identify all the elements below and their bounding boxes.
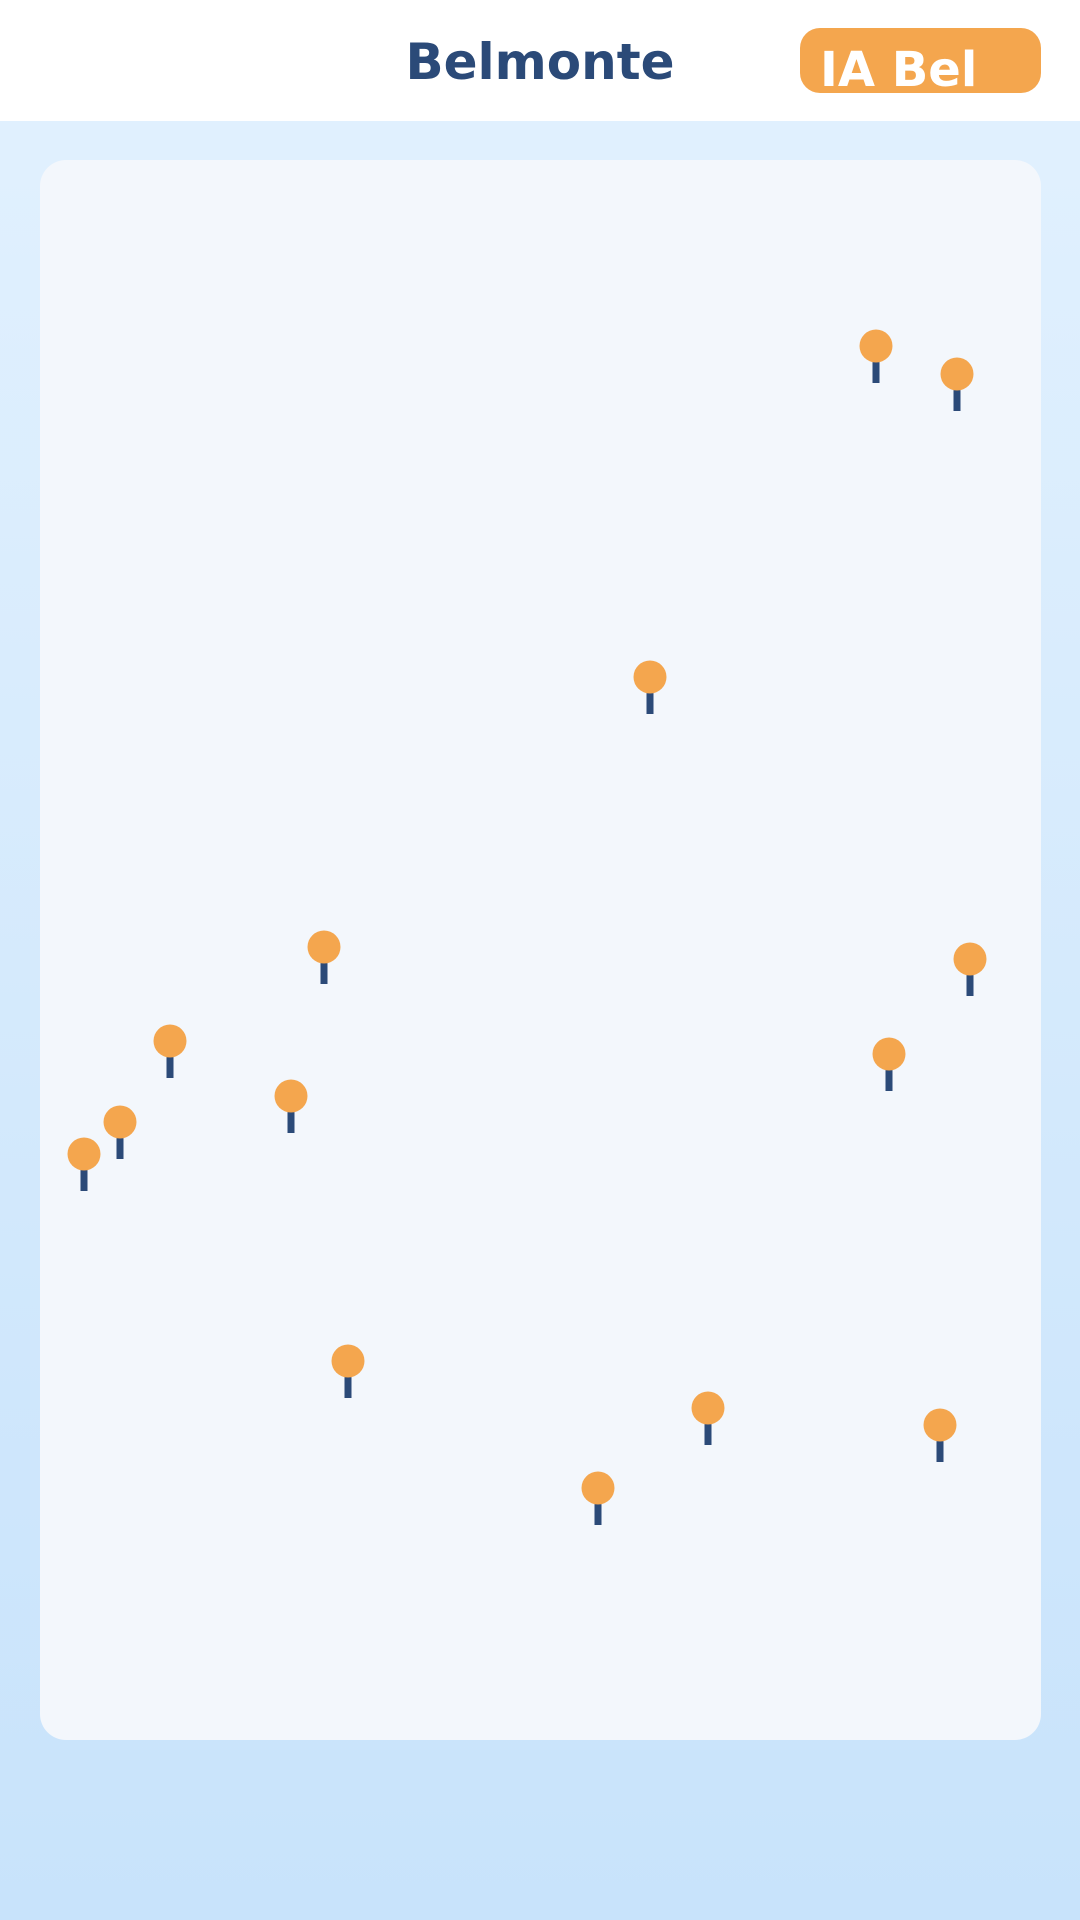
map-pin-icon[interactable] — [872, 1037, 906, 1092]
map-pin-icon[interactable] — [153, 1024, 187, 1079]
map-pin-icon[interactable] — [940, 357, 974, 412]
map-pin-icon[interactable] — [581, 1471, 615, 1526]
map-pin-icon[interactable] — [691, 1391, 725, 1446]
ia-bel-badge-button[interactable]: IA Bel — [800, 28, 1041, 93]
map-pin-icon[interactable] — [67, 1137, 101, 1192]
map-canvas[interactable] — [40, 160, 1041, 1740]
map-pin-icon[interactable] — [307, 930, 341, 985]
map-pin-icon[interactable] — [923, 1408, 957, 1463]
header-bar: Belmonte IA Bel — [0, 0, 1080, 121]
map-pin-icon[interactable] — [274, 1079, 308, 1134]
map-pin-icon[interactable] — [331, 1344, 365, 1399]
map-pin-icon[interactable] — [633, 660, 667, 715]
map-pin-icon[interactable] — [953, 942, 987, 997]
map-pin-icon[interactable] — [103, 1105, 137, 1160]
map-panel[interactable] — [40, 160, 1041, 1740]
map-pin-icon[interactable] — [859, 329, 893, 384]
